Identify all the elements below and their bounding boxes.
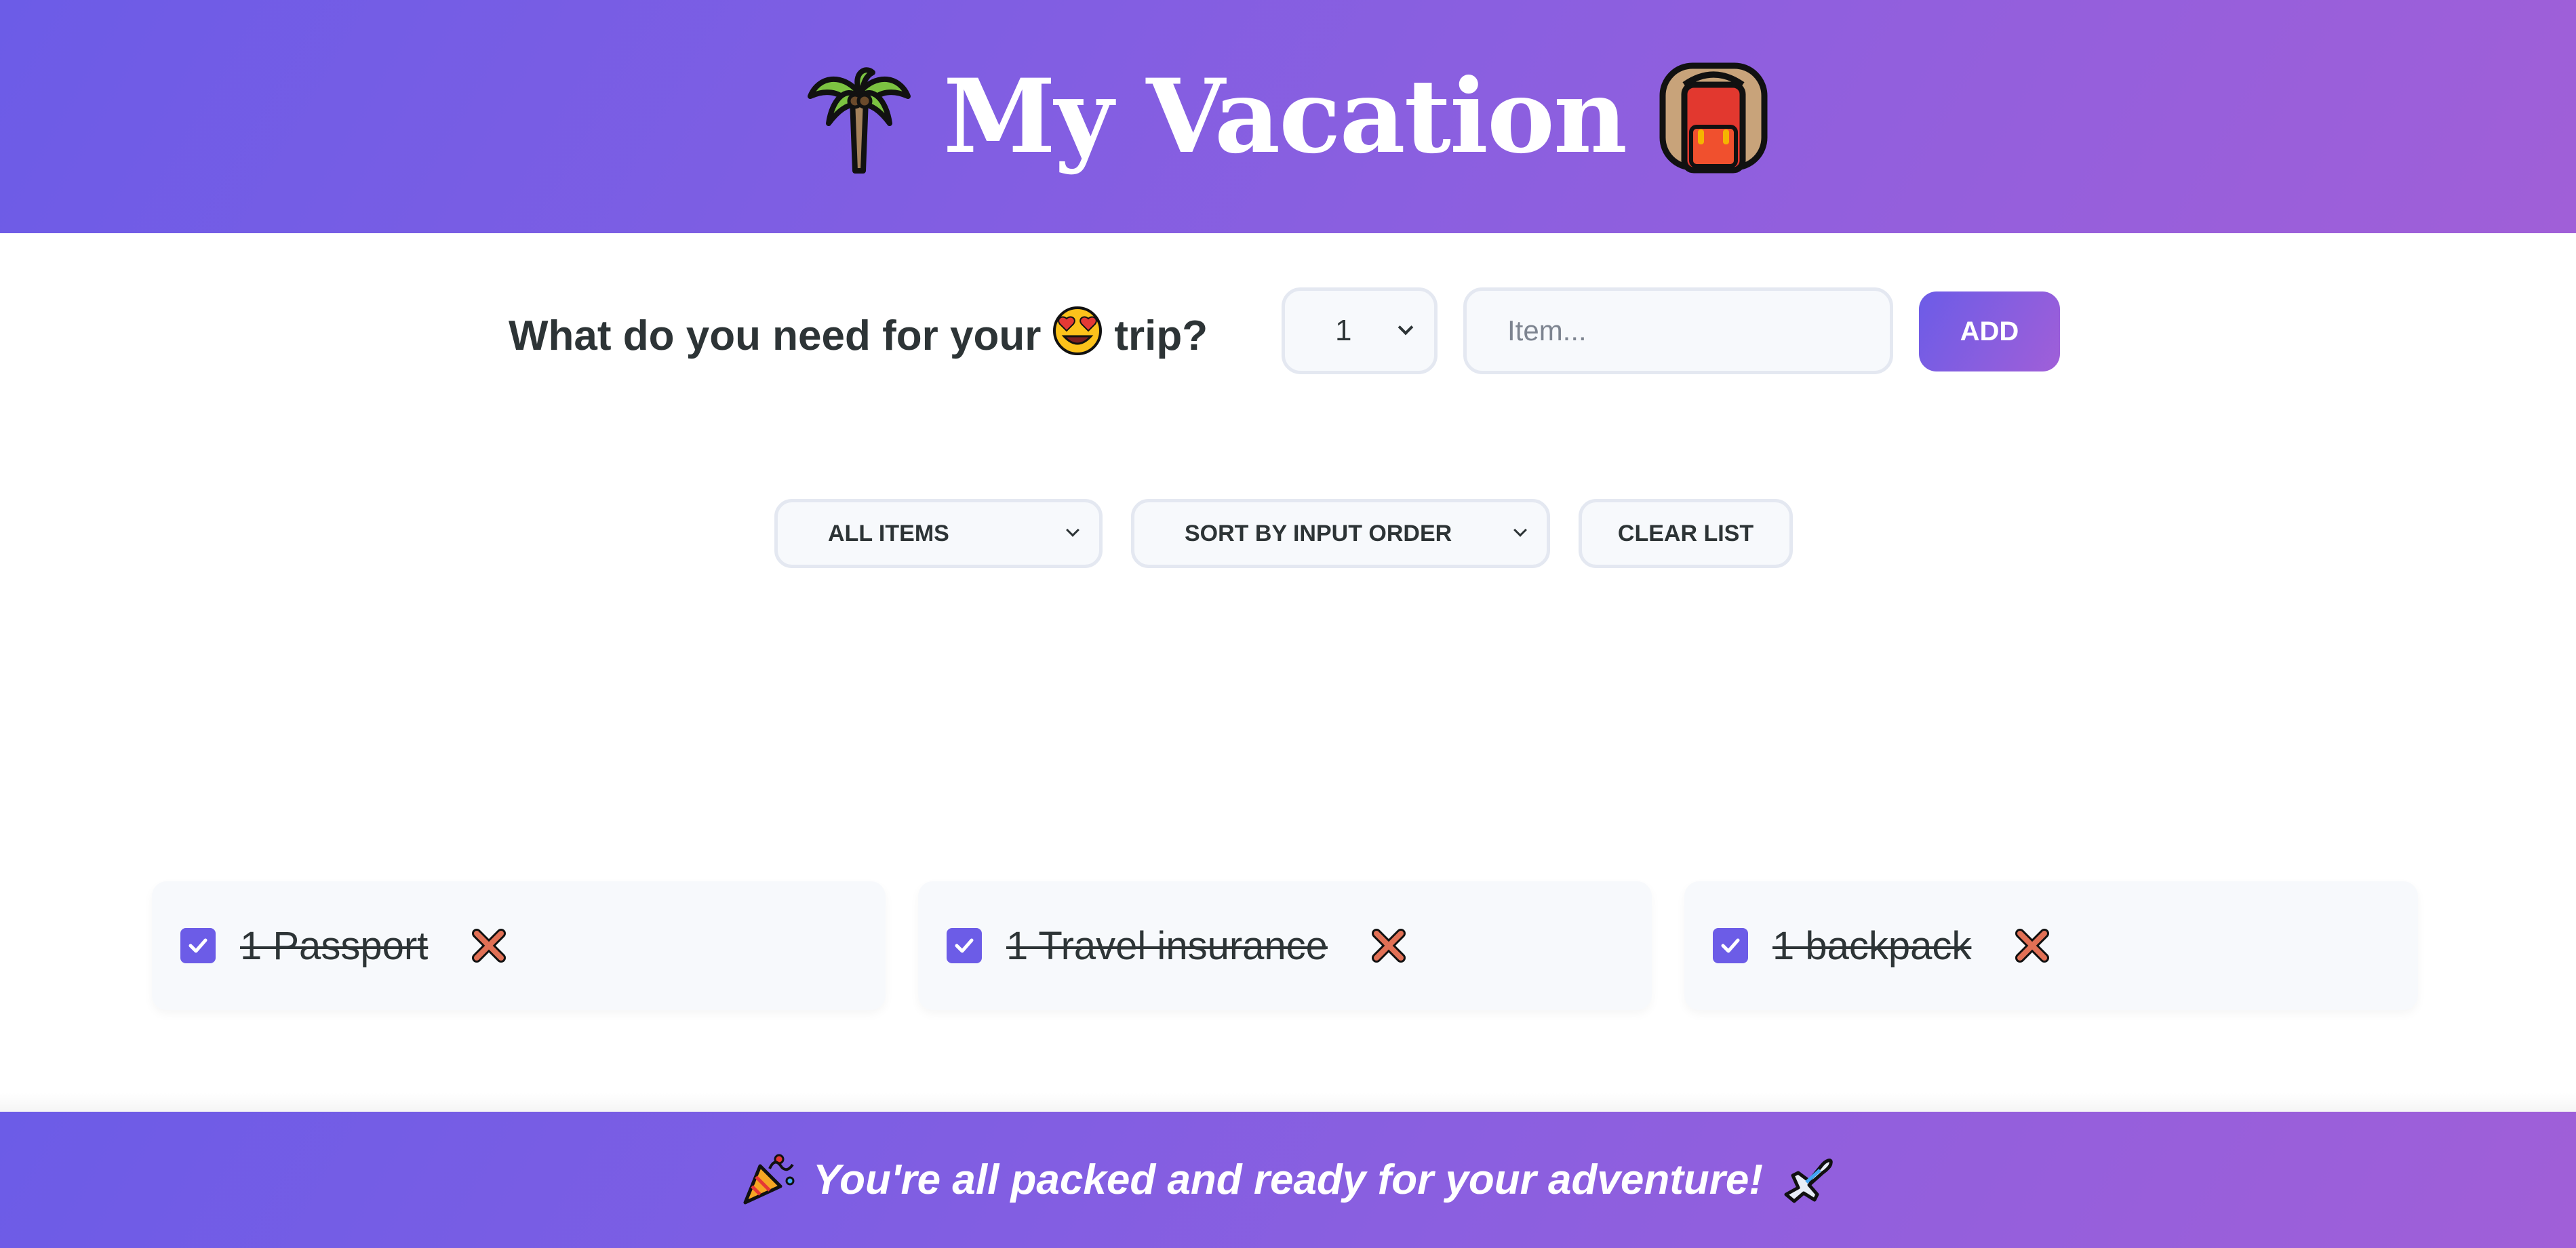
delete-button[interactable] <box>470 927 508 965</box>
app-header: My Vacation <box>0 0 2576 233</box>
filter-value: ALL ITEMS <box>828 520 949 546</box>
item-label: 1 Travel insurance <box>1006 923 1328 968</box>
heart-eyes-emoji-icon <box>1052 305 1103 367</box>
item-label: 1 Passport <box>240 923 429 968</box>
list-item: 1 Travel insurance <box>918 881 1652 1010</box>
packing-list: 1 Passport 1 Travel insurance 1 backpack <box>0 881 2576 1010</box>
chevron-down-icon <box>1066 523 1079 537</box>
filter-select[interactable]: ALL ITEMS <box>774 499 1103 568</box>
add-item-form: What do you need for your trip? 1 ADD <box>0 287 2576 376</box>
quantity-select[interactable]: 1 <box>1282 287 1438 374</box>
list-actions: ALL ITEMS SORT BY INPUT ORDER CLEAR LIST <box>0 499 2576 569</box>
checkmark-icon <box>1721 938 1740 953</box>
checkmark-icon <box>189 938 207 953</box>
cross-mark-icon <box>1371 929 1406 963</box>
footer-message: You're all packed and ready for your adv… <box>813 1156 1763 1203</box>
question-suffix: trip? <box>1114 313 1208 359</box>
stats-footer: You're all packed and ready for your adv… <box>0 1112 2576 1248</box>
packed-checkbox[interactable] <box>180 928 216 963</box>
packed-checkbox[interactable] <box>947 928 982 963</box>
backpack-icon <box>1656 59 1771 174</box>
chevron-down-icon <box>1398 319 1414 336</box>
cross-mark-icon <box>2015 929 2050 963</box>
delete-button[interactable] <box>2013 927 2051 965</box>
packed-checkbox[interactable] <box>1713 928 1748 963</box>
cross-mark-icon <box>472 929 507 963</box>
checkmark-icon <box>955 938 974 953</box>
footer-divider <box>0 1093 2576 1112</box>
form-question: What do you need for your trip? <box>509 305 1208 367</box>
clear-list-button[interactable]: CLEAR LIST <box>1579 499 1793 568</box>
sort-value: SORT BY INPUT ORDER <box>1185 520 1452 546</box>
chevron-down-icon <box>1513 523 1527 537</box>
item-input[interactable] <box>1463 287 1893 374</box>
list-item: 1 Passport <box>152 881 886 1010</box>
palm-tree-icon <box>805 59 913 174</box>
app-title: My Vacation <box>943 57 1627 176</box>
list-item: 1 backpack <box>1684 881 2418 1010</box>
party-popper-icon <box>740 1150 797 1210</box>
quantity-value: 1 <box>1335 314 1352 347</box>
header-title-group: My Vacation <box>805 57 1771 176</box>
delete-button[interactable] <box>1370 927 1408 965</box>
item-label: 1 backpack <box>1772 923 1972 968</box>
add-button[interactable]: ADD <box>1919 291 2060 371</box>
sort-select[interactable]: SORT BY INPUT ORDER <box>1131 499 1550 568</box>
app-root: My Vacation What do you need for your tr… <box>0 0 2576 1248</box>
airplane-icon <box>1779 1150 1836 1210</box>
question-prefix: What do you need for your <box>509 313 1042 359</box>
